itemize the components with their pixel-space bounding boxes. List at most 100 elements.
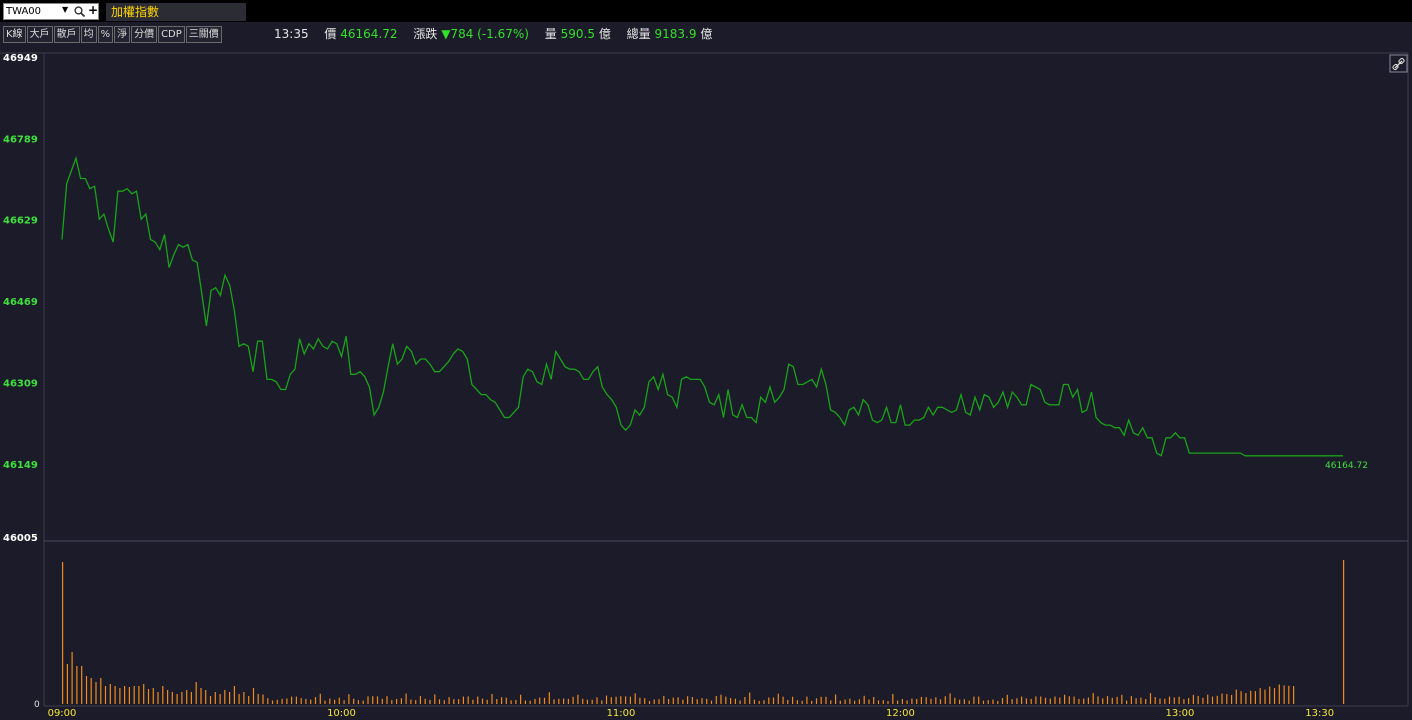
volume-bar xyxy=(367,696,369,704)
volume-bars xyxy=(62,560,1345,704)
volume-bar xyxy=(481,698,484,704)
chart-frame xyxy=(0,52,1409,707)
volume-bar xyxy=(524,700,526,704)
volume-bar xyxy=(1021,696,1023,704)
volume-bar xyxy=(229,692,231,704)
volume-bar xyxy=(214,692,216,704)
volume-bar xyxy=(1273,688,1276,704)
volume-bar xyxy=(1044,697,1047,704)
volume-bar xyxy=(243,692,245,704)
price-tick-label: 46629 xyxy=(3,216,38,227)
volume-bar xyxy=(1154,697,1156,704)
volume-bar xyxy=(577,694,579,704)
volume-bar xyxy=(1197,695,1199,704)
volume-bar xyxy=(209,696,212,704)
volume-bar xyxy=(300,698,302,704)
last-price-label: 46164.72 xyxy=(1325,461,1368,471)
volume-bar xyxy=(586,699,588,704)
volume-bar xyxy=(448,697,450,704)
volume-bar xyxy=(572,696,574,704)
volume-bar xyxy=(419,696,421,704)
volume-bar xyxy=(314,697,317,704)
volume-bar xyxy=(553,699,555,704)
volume-bar xyxy=(95,682,97,704)
volume-bar xyxy=(491,694,493,704)
volume-bar xyxy=(410,699,412,704)
volume-bar xyxy=(854,700,856,704)
volume-bar xyxy=(1078,698,1080,704)
volume-bar xyxy=(1168,696,1171,704)
volume-bar xyxy=(396,698,398,704)
volume-bar xyxy=(620,696,622,704)
volume-bar xyxy=(424,698,426,704)
volume-bar xyxy=(682,699,684,704)
volume-bar xyxy=(744,697,746,704)
volume-bar xyxy=(1159,698,1161,704)
volume-bar xyxy=(1073,696,1075,704)
volume-bar xyxy=(124,686,126,704)
volume-bar xyxy=(696,699,698,704)
volume-bar xyxy=(348,694,350,704)
volume-bar xyxy=(558,698,560,704)
volume-bar xyxy=(944,696,946,704)
volume-bar xyxy=(610,697,612,704)
volume-bar xyxy=(768,697,770,704)
volume-bar xyxy=(1025,698,1027,704)
volume-bar xyxy=(85,676,88,704)
volume-bar xyxy=(830,700,832,704)
volume-bar xyxy=(625,696,627,704)
volume-bar xyxy=(362,700,364,704)
volume-bar xyxy=(954,697,956,704)
volume-bar xyxy=(276,699,278,704)
volume-bar xyxy=(596,697,598,704)
volume-bar xyxy=(739,700,741,704)
volume-bar xyxy=(763,700,765,704)
volume-bar xyxy=(262,694,264,704)
volume-bar xyxy=(691,697,693,704)
volume-bar xyxy=(920,697,922,704)
volume-bar xyxy=(706,698,708,704)
volume-bar xyxy=(844,699,846,704)
volume-bar xyxy=(1126,700,1128,704)
volume-bar xyxy=(1006,694,1008,704)
volume-bar xyxy=(777,693,779,704)
volume-bar xyxy=(334,699,336,704)
volume-bar xyxy=(1211,696,1214,704)
volume-bar xyxy=(453,699,455,704)
volume-bar xyxy=(186,690,188,704)
volume-bar xyxy=(1121,694,1123,704)
volume-bar xyxy=(1250,690,1252,704)
volume-bar xyxy=(897,700,899,704)
volume-bar xyxy=(310,699,312,704)
volume-bar xyxy=(539,697,541,704)
volume-bar xyxy=(1135,698,1137,704)
volume-bar xyxy=(653,699,655,704)
volume-bar xyxy=(887,701,889,704)
volume-bar xyxy=(372,696,374,704)
volume-bar xyxy=(1164,698,1166,704)
volume-bar xyxy=(1049,698,1051,704)
volume-bar xyxy=(939,699,942,704)
volume-bar xyxy=(324,700,326,704)
volume-bar xyxy=(1245,693,1247,704)
volume-bar xyxy=(305,698,307,704)
volume-bar xyxy=(1130,696,1132,704)
volume-bar xyxy=(1188,698,1190,704)
volume-bar xyxy=(76,666,78,704)
intraday-chart[interactable]: 46949 46789 46629 46469 46309 46149 46005 09:0… xyxy=(0,0,1412,720)
volume-bar xyxy=(443,700,445,704)
volume-bar xyxy=(734,698,736,704)
volume-bar xyxy=(219,694,221,704)
volume-bar xyxy=(825,696,827,704)
volume-bar xyxy=(510,700,512,704)
link-icon[interactable] xyxy=(1389,54,1408,73)
volume-bar xyxy=(90,678,92,704)
volume-bar xyxy=(835,694,837,704)
volume-bar xyxy=(248,696,250,704)
volume-bar xyxy=(128,687,130,704)
volume-bar xyxy=(271,700,274,704)
volume-bar xyxy=(176,694,178,704)
volume-bar xyxy=(1231,694,1233,704)
volume-bar xyxy=(400,698,402,704)
volume-bar xyxy=(71,652,73,704)
